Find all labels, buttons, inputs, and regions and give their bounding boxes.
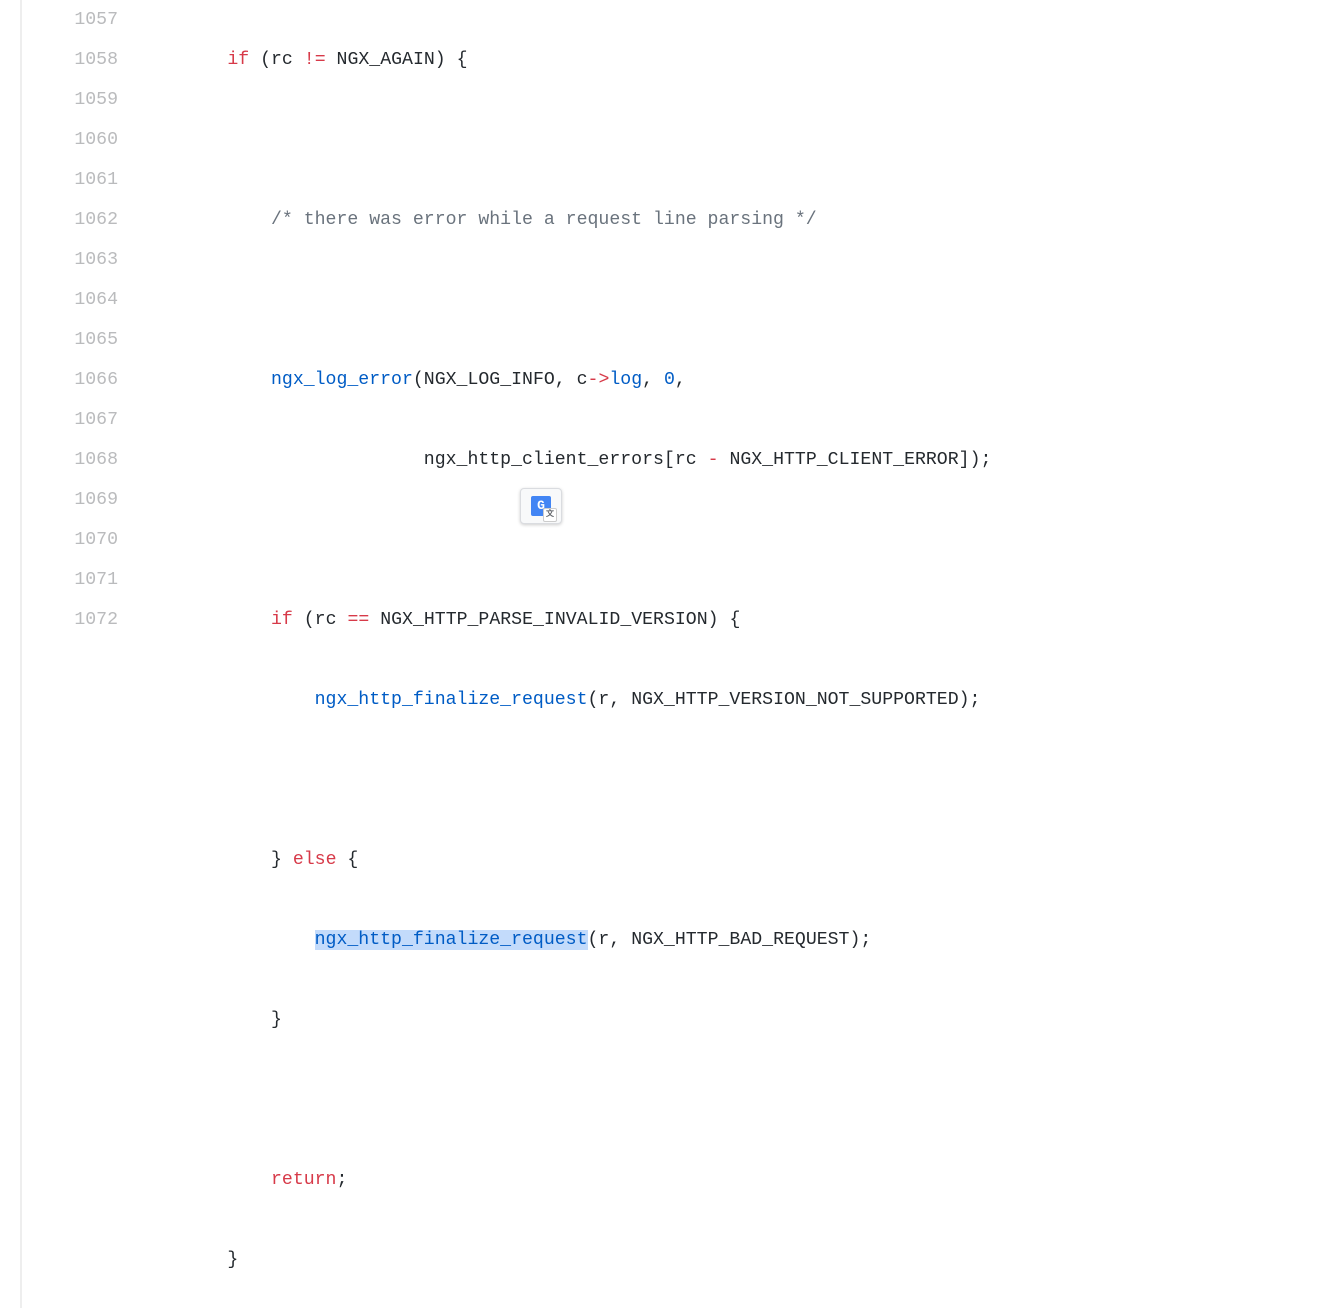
line-number: 1058 bbox=[22, 40, 118, 80]
line-number: 1059 bbox=[22, 80, 118, 120]
line-number: 1068 bbox=[22, 440, 118, 480]
line-number: 1062 bbox=[22, 200, 118, 240]
fn-ngx-log-error: ngx_log_error bbox=[271, 370, 413, 390]
line-number: 1061 bbox=[22, 160, 118, 200]
code-line[interactable]: /* there was error while a request line … bbox=[140, 200, 1328, 240]
google-translate-popup[interactable]: G 文 bbox=[520, 488, 562, 524]
code-line[interactable]: return; bbox=[140, 1160, 1328, 1200]
translate-sub-icon: 文 bbox=[543, 508, 557, 522]
code-line[interactable]: } bbox=[140, 1240, 1328, 1280]
line-number-gutter: 1057 1058 1059 1060 1061 1062 1063 1064 … bbox=[20, 0, 140, 1308]
code-line[interactable] bbox=[140, 760, 1328, 800]
line-number: 1060 bbox=[22, 120, 118, 160]
keyword-return: return bbox=[271, 1170, 337, 1190]
google-translate-icon: G 文 bbox=[531, 496, 551, 516]
code-line[interactable] bbox=[140, 1080, 1328, 1120]
fn-ngx-http-finalize-request-selected[interactable]: ngx_http_finalize_request bbox=[315, 930, 588, 950]
line-number: 1065 bbox=[22, 320, 118, 360]
code-line[interactable] bbox=[140, 280, 1328, 320]
code-line[interactable]: ngx_http_finalize_request(r, NGX_HTTP_VE… bbox=[140, 680, 1328, 720]
line-number: 1069 bbox=[22, 480, 118, 520]
code-line[interactable]: ngx_log_error(NGX_LOG_INFO, c->log, 0, bbox=[140, 360, 1328, 400]
line-number: 1064 bbox=[22, 280, 118, 320]
code-content[interactable]: if (rc != NGX_AGAIN) { /* there was erro… bbox=[140, 0, 1328, 1308]
keyword-if: if bbox=[271, 610, 293, 630]
line-number: 1066 bbox=[22, 360, 118, 400]
line-number: 1071 bbox=[22, 560, 118, 600]
line-number: 1072 bbox=[22, 600, 118, 640]
line-number: 1067 bbox=[22, 400, 118, 440]
code-line[interactable]: ngx_http_finalize_request(r, NGX_HTTP_BA… bbox=[140, 920, 1328, 960]
code-line[interactable] bbox=[140, 520, 1328, 560]
fn-ngx-http-finalize-request: ngx_http_finalize_request bbox=[315, 690, 588, 710]
line-number: 1063 bbox=[22, 240, 118, 280]
code-line[interactable] bbox=[140, 120, 1328, 160]
code-line[interactable]: ngx_http_client_errors[rc - NGX_HTTP_CLI… bbox=[140, 440, 1328, 480]
code-line[interactable]: if (rc != NGX_AGAIN) { bbox=[140, 40, 1328, 80]
code-line[interactable]: if (rc == NGX_HTTP_PARSE_INVALID_VERSION… bbox=[140, 600, 1328, 640]
comment: /* there was error while a request line … bbox=[271, 210, 817, 230]
code-line[interactable]: } bbox=[140, 1000, 1328, 1040]
code-line[interactable]: } else { bbox=[140, 840, 1328, 880]
code-viewer: 1057 1058 1059 1060 1061 1062 1063 1064 … bbox=[0, 0, 1328, 1308]
line-number: 1070 bbox=[22, 520, 118, 560]
keyword-if: if bbox=[227, 50, 249, 70]
keyword-else: else bbox=[293, 850, 337, 870]
line-number: 1057 bbox=[22, 0, 118, 40]
